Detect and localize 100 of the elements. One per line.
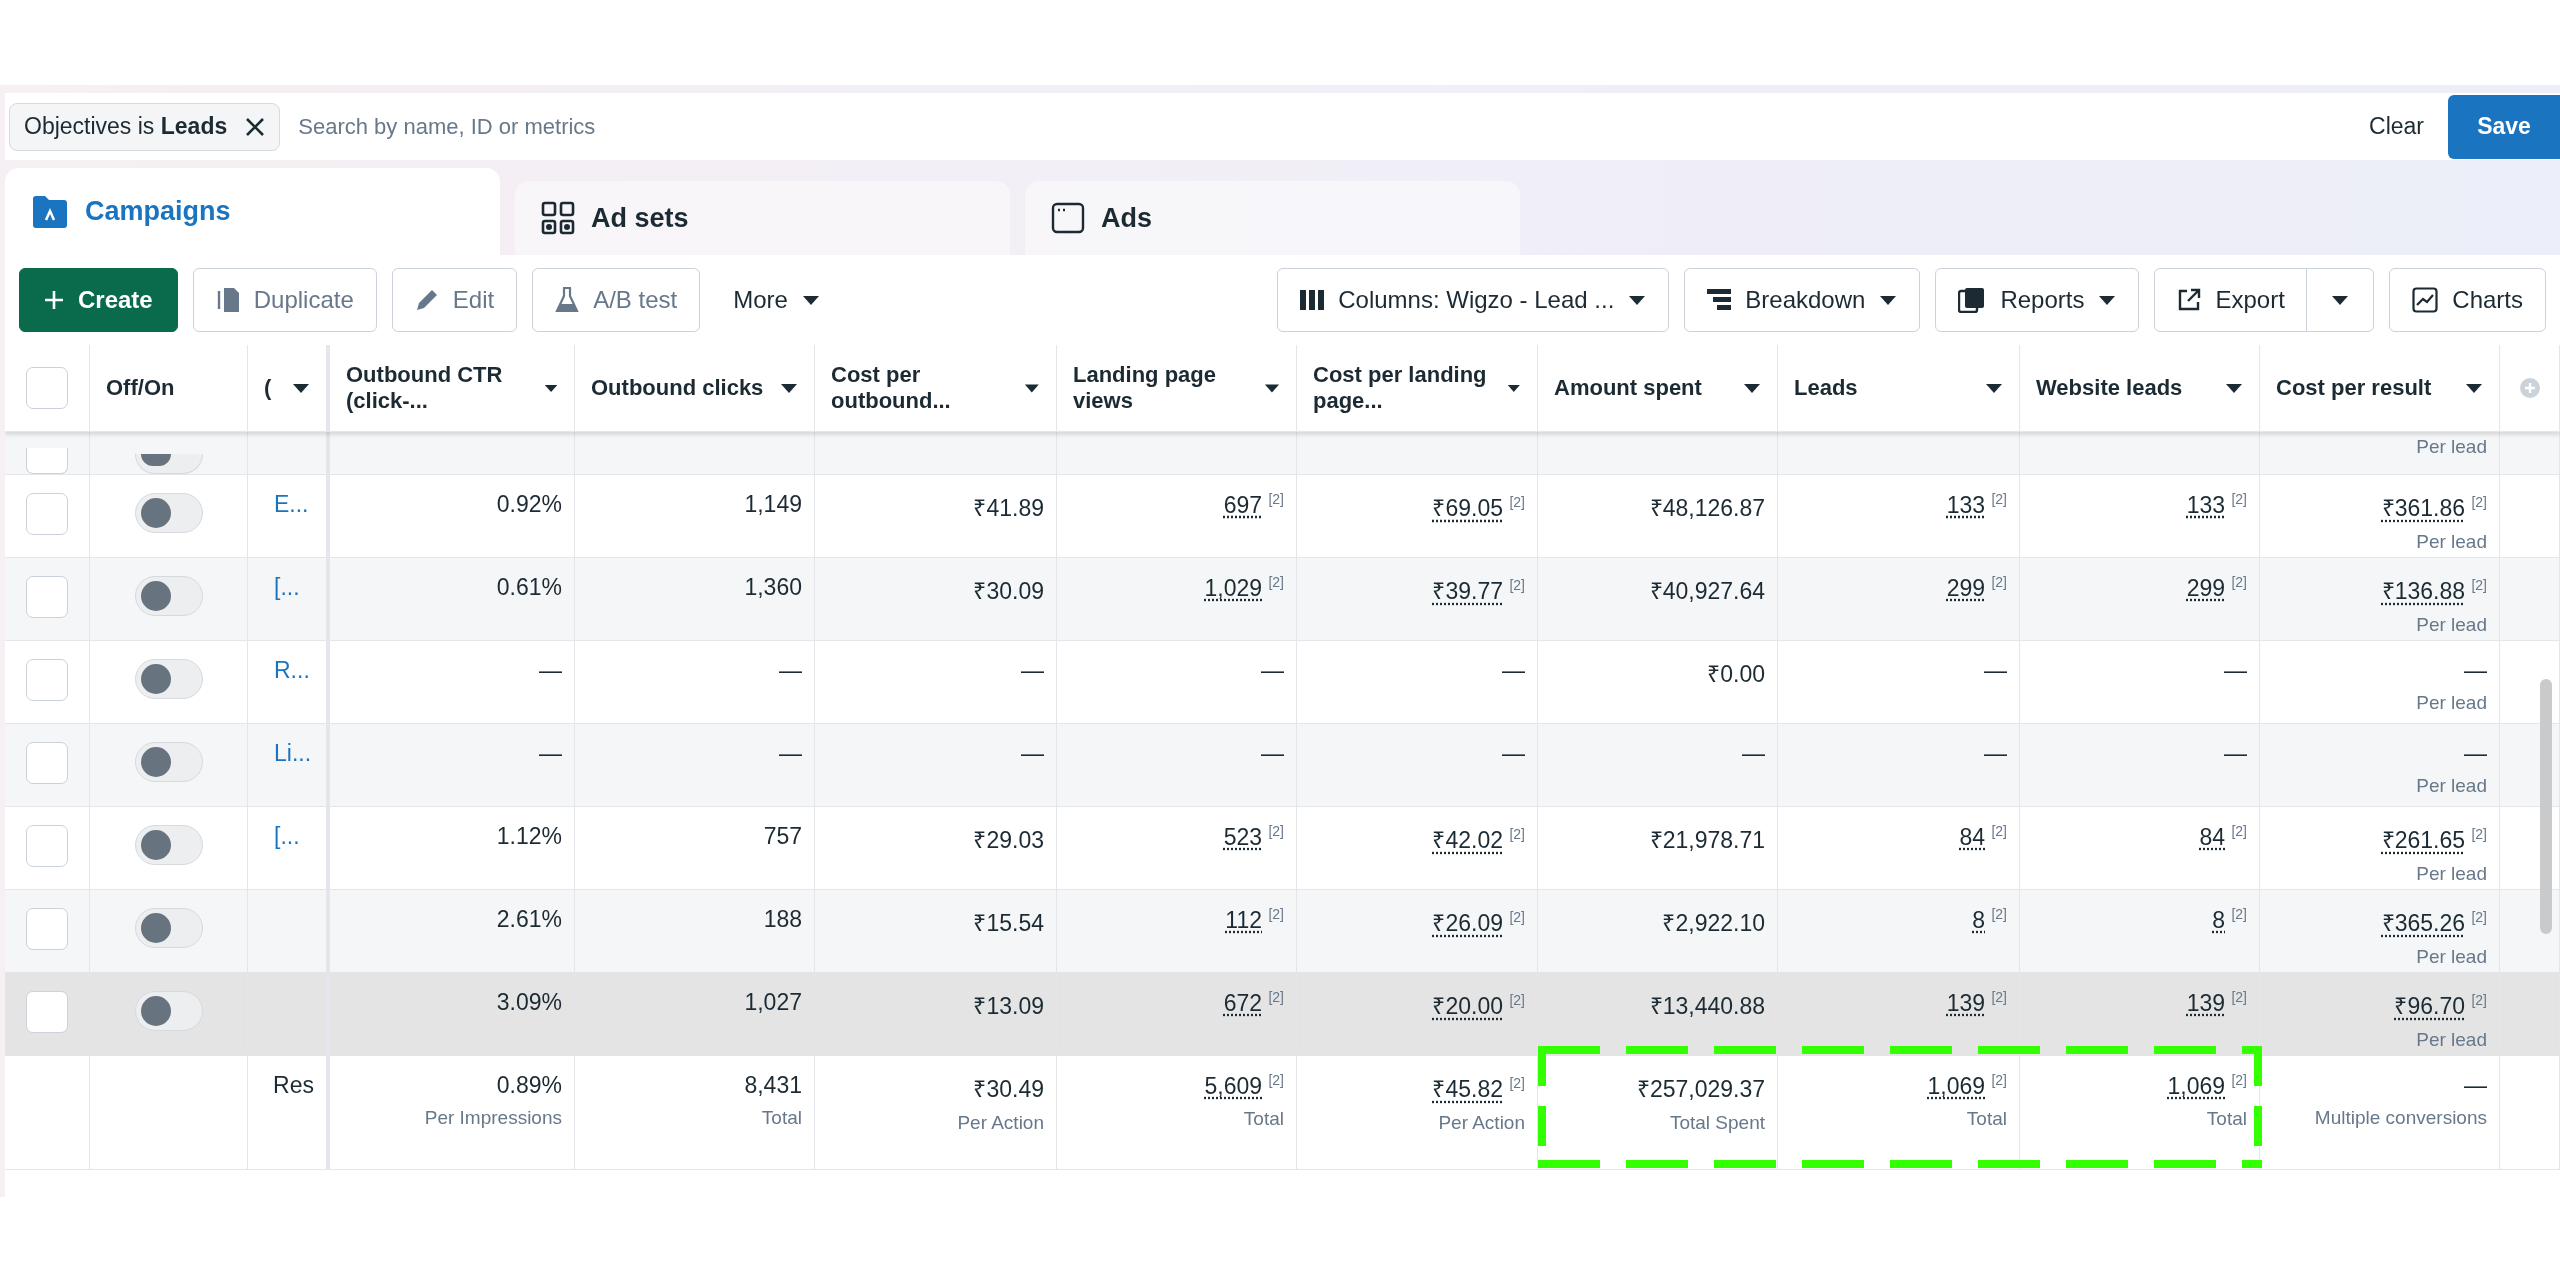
caret-icon bbox=[2465, 382, 2483, 394]
column-header[interactable]: Amount spent bbox=[1538, 345, 1778, 431]
toggle-switch[interactable] bbox=[134, 576, 203, 616]
create-button[interactable]: Create bbox=[19, 268, 178, 332]
reports-button[interactable]: Reports bbox=[1935, 268, 2140, 332]
metric-link[interactable]: ₹361.86 bbox=[2381, 495, 2466, 521]
row-checkbox[interactable] bbox=[26, 448, 68, 474]
clear-button[interactable]: Clear bbox=[2363, 112, 2430, 141]
toggle-switch[interactable] bbox=[134, 454, 203, 474]
metric-link[interactable]: 84 bbox=[1959, 823, 1986, 850]
cell-caption: Total Spent bbox=[1669, 1112, 1765, 1134]
metric-link[interactable]: 1,069 bbox=[2167, 1072, 2226, 1099]
toggle-switch[interactable] bbox=[134, 742, 203, 782]
metric-link[interactable]: ₹365.26 bbox=[2381, 910, 2466, 936]
metric-link[interactable]: 133 bbox=[2186, 491, 2226, 518]
select-all-checkbox[interactable] bbox=[26, 367, 68, 409]
metric-link[interactable]: 8 bbox=[1972, 906, 1986, 933]
close-icon[interactable] bbox=[245, 116, 266, 137]
toggle-switch[interactable] bbox=[134, 908, 203, 948]
metric-link[interactable]: ₹39.77 bbox=[1432, 578, 1504, 604]
charts-button[interactable]: Charts bbox=[2389, 268, 2546, 332]
metric-link[interactable]: ₹261.65 bbox=[2381, 827, 2466, 853]
metric-link[interactable]: 299 bbox=[2186, 574, 2226, 601]
cell-value: — bbox=[539, 740, 562, 766]
metric-link[interactable]: 5,609 bbox=[1204, 1072, 1263, 1099]
campaign-name-link[interactable]: [... bbox=[260, 574, 314, 601]
cell-caption: Per lead bbox=[2416, 775, 2487, 797]
metric-link[interactable]: ₹42.02 bbox=[1432, 827, 1504, 853]
cell-value: 8,431 bbox=[744, 1072, 802, 1098]
vertical-scrollbar[interactable] bbox=[2540, 679, 2552, 934]
cell-caption: Per lead bbox=[2416, 436, 2487, 458]
tab[interactable]: Ads bbox=[1025, 181, 1520, 255]
toggle-switch[interactable] bbox=[134, 659, 203, 699]
metric-link[interactable]: ₹136.88 bbox=[2381, 578, 2466, 604]
cell-value: ₹21,978.71 bbox=[1649, 827, 1765, 853]
row-checkbox[interactable] bbox=[26, 576, 68, 618]
add-column-icon[interactable] bbox=[2518, 377, 2541, 399]
metric-link[interactable]: ₹20.00 bbox=[1432, 993, 1504, 1019]
metric-link[interactable]: 1,029 bbox=[1204, 574, 1263, 601]
metric-link[interactable]: 112 bbox=[1225, 906, 1263, 933]
tab[interactable]: Campaigns bbox=[5, 168, 500, 255]
metric-link[interactable]: 84 bbox=[2199, 823, 2226, 850]
export-button[interactable]: Export bbox=[2154, 268, 2308, 332]
cell-caption: Multiple conversions bbox=[2314, 1107, 2487, 1129]
columns-button[interactable]: Columns: Wigzo - Lead ... bbox=[1277, 268, 1670, 332]
column-header[interactable]: Outbound clicks bbox=[575, 345, 815, 431]
row-checkbox[interactable] bbox=[26, 908, 68, 950]
metric-link[interactable]: 8 bbox=[2212, 906, 2226, 933]
search-bar[interactable]: Objectives is Leads Search by name, ID or metrics Clear Save bbox=[5, 93, 2560, 160]
tab[interactable]: Ad sets bbox=[515, 181, 1010, 255]
cell-value: — bbox=[1261, 740, 1284, 766]
campaign-name-link[interactable]: R... bbox=[260, 657, 314, 684]
footnote-mark: [2] bbox=[2231, 491, 2247, 507]
metric-link[interactable]: ₹96.70 bbox=[2394, 993, 2466, 1019]
cell-value: ₹41.89 bbox=[973, 495, 1044, 521]
column-header[interactable]: Outbound CTR (click-... bbox=[330, 345, 575, 431]
column-header[interactable]: Cost per landing page... bbox=[1297, 345, 1538, 431]
column-header[interactable]: Landing page views bbox=[1057, 345, 1297, 431]
metric-link[interactable]: 133 bbox=[1946, 491, 1986, 518]
metric-link[interactable]: 672 bbox=[1223, 989, 1263, 1016]
filter-chip[interactable]: Objectives is Leads bbox=[9, 102, 281, 151]
campaign-name-link[interactable]: Li... bbox=[260, 740, 314, 767]
row-checkbox[interactable] bbox=[26, 742, 68, 784]
toggle-switch[interactable] bbox=[134, 991, 203, 1031]
column-header[interactable]: Website leads bbox=[2020, 345, 2260, 431]
column-header[interactable]: Cost per outbound... bbox=[815, 345, 1057, 431]
toggle-switch[interactable] bbox=[134, 493, 203, 533]
search-field[interactable]: Search by name, ID or metrics bbox=[296, 112, 2364, 141]
metric-link[interactable]: 299 bbox=[1946, 574, 1986, 601]
breakdown-button[interactable]: Breakdown bbox=[1684, 268, 1921, 332]
metric-link[interactable]: 1,069 bbox=[1927, 1072, 1986, 1099]
footnote-mark: [2] bbox=[1509, 909, 1525, 926]
row-checkbox[interactable] bbox=[26, 991, 68, 1033]
row-checkbox[interactable] bbox=[26, 493, 68, 535]
cell-value: ₹15.54 bbox=[973, 910, 1044, 936]
toggle-switch[interactable] bbox=[134, 825, 203, 865]
column-header[interactable]: Off/On bbox=[90, 345, 248, 431]
columns-icon bbox=[1300, 290, 1325, 310]
metric-link[interactable]: ₹45.82 bbox=[1432, 1076, 1504, 1102]
caret-icon bbox=[2331, 294, 2350, 306]
metric-link[interactable]: 139 bbox=[1946, 989, 1986, 1016]
row-checkbox[interactable] bbox=[26, 659, 68, 701]
metric-link[interactable]: ₹69.05 bbox=[1432, 495, 1504, 521]
metric-link[interactable]: 523 bbox=[1223, 823, 1263, 850]
cell-value: — bbox=[2464, 657, 2487, 683]
metric-link[interactable]: 139 bbox=[2186, 989, 2226, 1016]
cell-caption: Per Action bbox=[1438, 1112, 1525, 1134]
metric-link[interactable]: ₹26.09 bbox=[1432, 910, 1504, 936]
column-header[interactable]: Leads bbox=[1778, 345, 2020, 431]
campaign-name-link[interactable]: [... bbox=[260, 823, 314, 850]
campaign-name-link[interactable]: E... bbox=[260, 491, 314, 518]
export-menu-button[interactable] bbox=[2306, 268, 2375, 332]
cell-value: ₹13,440.88 bbox=[1649, 993, 1765, 1019]
footnote-mark: [2] bbox=[1509, 826, 1525, 843]
metric-link[interactable]: 697 bbox=[1223, 491, 1263, 518]
cell-value: 1,149 bbox=[744, 491, 802, 517]
save-button[interactable]: Save bbox=[2448, 94, 2560, 159]
row-checkbox[interactable] bbox=[26, 825, 68, 867]
cell-value: — bbox=[2224, 740, 2247, 766]
column-header[interactable]: Cost per result bbox=[2260, 345, 2500, 431]
